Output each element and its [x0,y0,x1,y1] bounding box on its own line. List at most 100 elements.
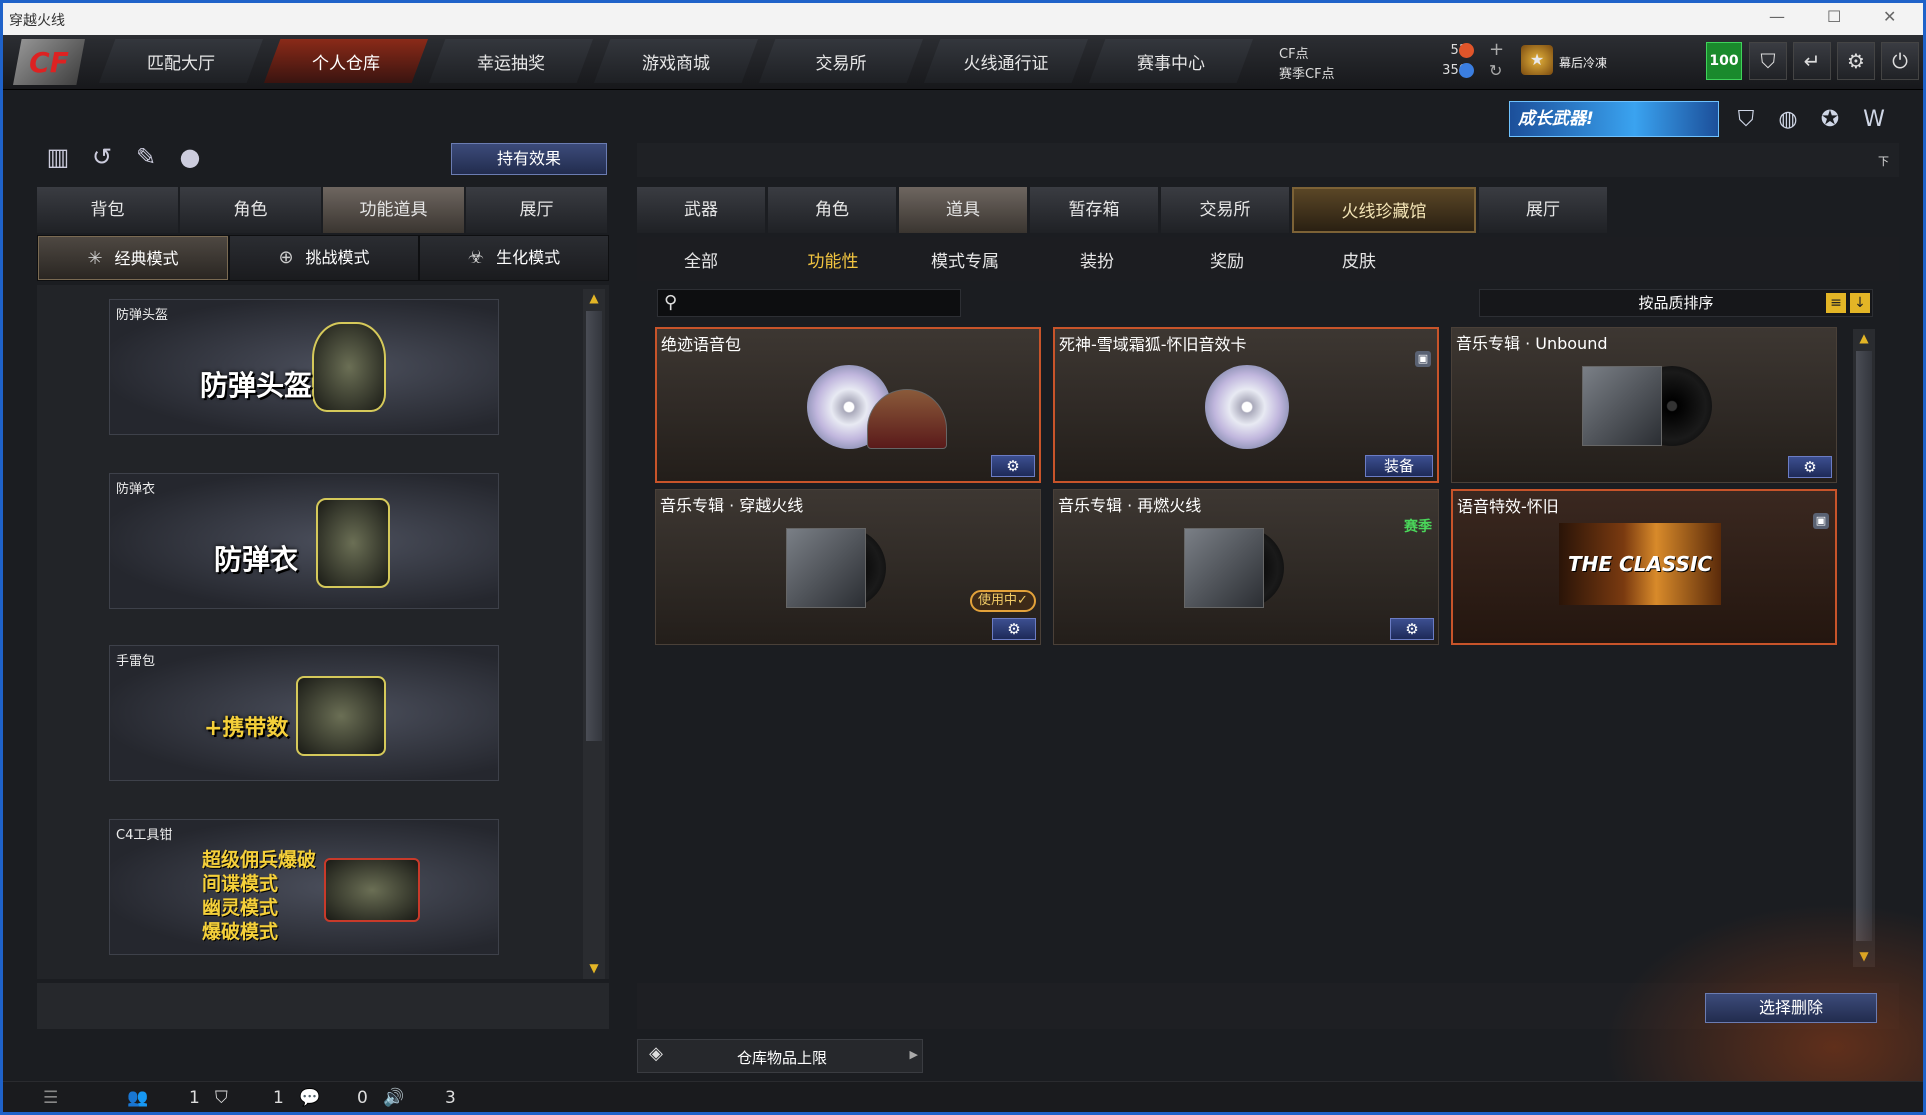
ranking-icon[interactable]: ▥ [43,143,73,177]
in-use-badge: 使用中✓ [970,590,1036,612]
sort-down-icon[interactable]: ↓ [1850,293,1870,313]
settings-gear-button[interactable]: ⚙ [1788,456,1832,478]
sub-tab-functional[interactable]: 功能性 [783,247,883,272]
item-card-album-reignite[interactable]: 音乐专辑 · 再燃火线 赛季 ⚙ [1053,489,1439,645]
tab-function-items[interactable]: 功能道具 [323,187,464,233]
scroll-thumb[interactable] [1856,351,1872,941]
list-item-grenade-pack[interactable]: 手雷包 +携带数 [109,645,499,781]
album-cover [1184,528,1264,608]
item-card-album-unbound[interactable]: 音乐专辑 · Unbound ⚙ [1451,327,1837,483]
level-badge[interactable]: 100 [1706,42,1742,80]
item-title: +携带数 [204,716,289,741]
layers-icon: ◈ [649,1043,663,1064]
sort-label: 按品质排序 [1638,294,1714,312]
globe-icon[interactable]: ◍ [1773,105,1803,135]
tab-temp-box[interactable]: 暂存箱 [1030,187,1158,233]
return-icon[interactable]: ↵ [1793,42,1831,80]
tab-exhibition[interactable]: 展厅 [1479,187,1607,233]
tab-backpack[interactable]: 背包 [37,187,178,233]
biohazard-icon: ☣ [467,247,485,268]
grenade-icon[interactable]: ● [175,143,205,177]
add-points-icon[interactable]: + [1489,39,1504,60]
settings-gear-button[interactable]: ⚙ [1390,618,1434,640]
game-window: 穿越火线 — ☐ ✕ CF 匹配大厅 个人仓库 幸运抽奖 游戏商城 交易所 火线… [0,0,1926,1115]
username: 幕后冷凍 [1559,56,1608,70]
wings-icon[interactable]: W [1859,105,1889,135]
power-icon[interactable]: ⏻ [1881,42,1919,80]
sub-tab-dress[interactable]: 装扮 [1047,247,1147,272]
minimize-icon[interactable]: — [1769,7,1785,26]
settings-gear-button[interactable]: ⚙ [991,455,1035,477]
tab-items[interactable]: 道具 [899,187,1027,233]
mode-tab-classic[interactable]: ✳ 经典模式 [38,236,228,280]
item-card-voice-effect-classic[interactable]: 语音特效-怀旧 ▣ THE CLASSIC [1451,489,1837,645]
tab-showroom[interactable]: 展厅 [466,187,607,233]
sub-tab-all[interactable]: 全部 [651,247,751,272]
item-title: 防弹衣 [214,543,299,576]
history-icon[interactable]: ↺ [87,143,117,177]
nav-tab-personal-storage[interactable]: 个人仓库 [264,39,428,83]
sub-tab-reward[interactable]: 奖励 [1177,247,1277,272]
scroll-up-icon[interactable]: ▲ [587,291,601,305]
sub-tab-mode-exclusive[interactable]: 模式专属 [915,247,1015,272]
currency-panel: CF点 51 赛季CF点 350 [1279,41,1509,85]
cf-logo[interactable]: CF [13,39,85,85]
tab-characters[interactable]: 角色 [768,187,896,233]
close-icon[interactable]: ✕ [1883,7,1896,26]
badge-icon[interactable]: ✪ [1815,105,1845,135]
scroll-up-icon[interactable]: ▲ [1857,331,1871,345]
album-cover [1582,366,1662,446]
tab-collection-hall[interactable]: 火线珍藏馆 [1292,187,1476,233]
emblem-icon[interactable]: ⛉ [1731,105,1761,135]
sort-dropdown[interactable]: 按品质排序 ≡ ↓ [1479,289,1873,317]
rank-badge-icon[interactable]: ★ [1521,45,1553,75]
shield-icon[interactable]: ⛉ [1749,42,1787,80]
item-card-voice-pack[interactable]: 绝迹语音包 ⚙ [655,327,1041,483]
search-input[interactable]: ⚲ [657,289,961,317]
tab-weapons[interactable]: 武器 [637,187,765,233]
tab-trade[interactable]: 交易所 [1161,187,1289,233]
nav-tab-match-lobby[interactable]: 匹配大厅 [99,39,263,83]
cd-icon [1205,365,1289,449]
nav-tab-exchange[interactable]: 交易所 [759,39,923,83]
mode-tab-challenge[interactable]: ⊕ 挑战模式 [230,236,418,280]
growth-weapon-banner[interactable]: 成长武器! [1509,101,1719,137]
select-delete-button[interactable]: 选择删除 [1705,993,1877,1023]
sub-tab-skin[interactable]: 皮肤 [1309,247,1409,272]
list-view-icon[interactable]: ≡ [1826,293,1846,313]
spray-icon[interactable]: ✎ [131,143,161,177]
equip-button[interactable]: 装备 [1365,455,1433,477]
corner-label: 下 [1878,155,1889,168]
right-scrollbar[interactable]: ▲ ▼ [1853,329,1875,967]
tab-character[interactable]: 角色 [180,187,321,233]
gear-icon[interactable]: ⚙ [1837,42,1875,80]
refresh-icon[interactable]: ↻ [1489,61,1502,80]
list-item-helmet[interactable]: 防弹头盔 防弹头盔 [109,299,499,435]
the-classic-art: THE CLASSIC [1559,523,1721,605]
item-name: 音乐专辑 · 穿越火线 [660,496,804,515]
season-cf-label: 赛季CF点 [1279,67,1335,82]
mode-label: 经典模式 [114,249,179,268]
nav-tab-event-center[interactable]: 赛事中心 [1089,39,1253,83]
item-card-frost-fox-sound[interactable]: 死神-雪域霜狐-怀旧音效卡 ▣ 装备 [1053,327,1439,483]
friends-icon[interactable]: 👥 [127,1088,148,1108]
left-scrollbar[interactable]: ▲ ▼ [583,289,605,979]
hold-effect-button[interactable]: 持有效果 [451,143,607,175]
chat-icon[interactable]: 💬 [299,1088,320,1108]
storage-capacity-button[interactable]: ◈ 仓库物品上限 ▶ [637,1039,923,1073]
scroll-down-icon[interactable]: ▼ [587,961,601,975]
list-item-c4-pliers[interactable]: C4工具钳 超级佣兵爆破 间谍模式 幽灵模式 爆破模式 [109,819,499,955]
speaker-icon[interactable]: 🔊 [383,1088,404,1108]
nav-tab-lucky-draw[interactable]: 幸运抽奖 [429,39,593,83]
settings-gear-button[interactable]: ⚙ [992,618,1036,640]
nav-tab-battle-pass[interactable]: 火线通行证 [924,39,1088,83]
list-item-vest[interactable]: 防弹衣 防弹衣 [109,473,499,609]
maximize-icon[interactable]: ☐ [1827,7,1841,26]
left-toolbar: ▥ ↺ ✎ ● [43,143,205,177]
menu-list-icon[interactable]: ☰ [43,1088,58,1108]
item-card-album-crossfire[interactable]: 音乐专辑 · 穿越火线 使用中✓ ⚙ [655,489,1041,645]
scroll-thumb[interactable] [586,311,602,741]
clan-shield-icon[interactable]: ⛉ [215,1088,228,1108]
nav-tab-game-mall[interactable]: 游戏商城 [594,39,758,83]
mode-tab-zombie[interactable]: ☣ 生化模式 [420,236,608,280]
